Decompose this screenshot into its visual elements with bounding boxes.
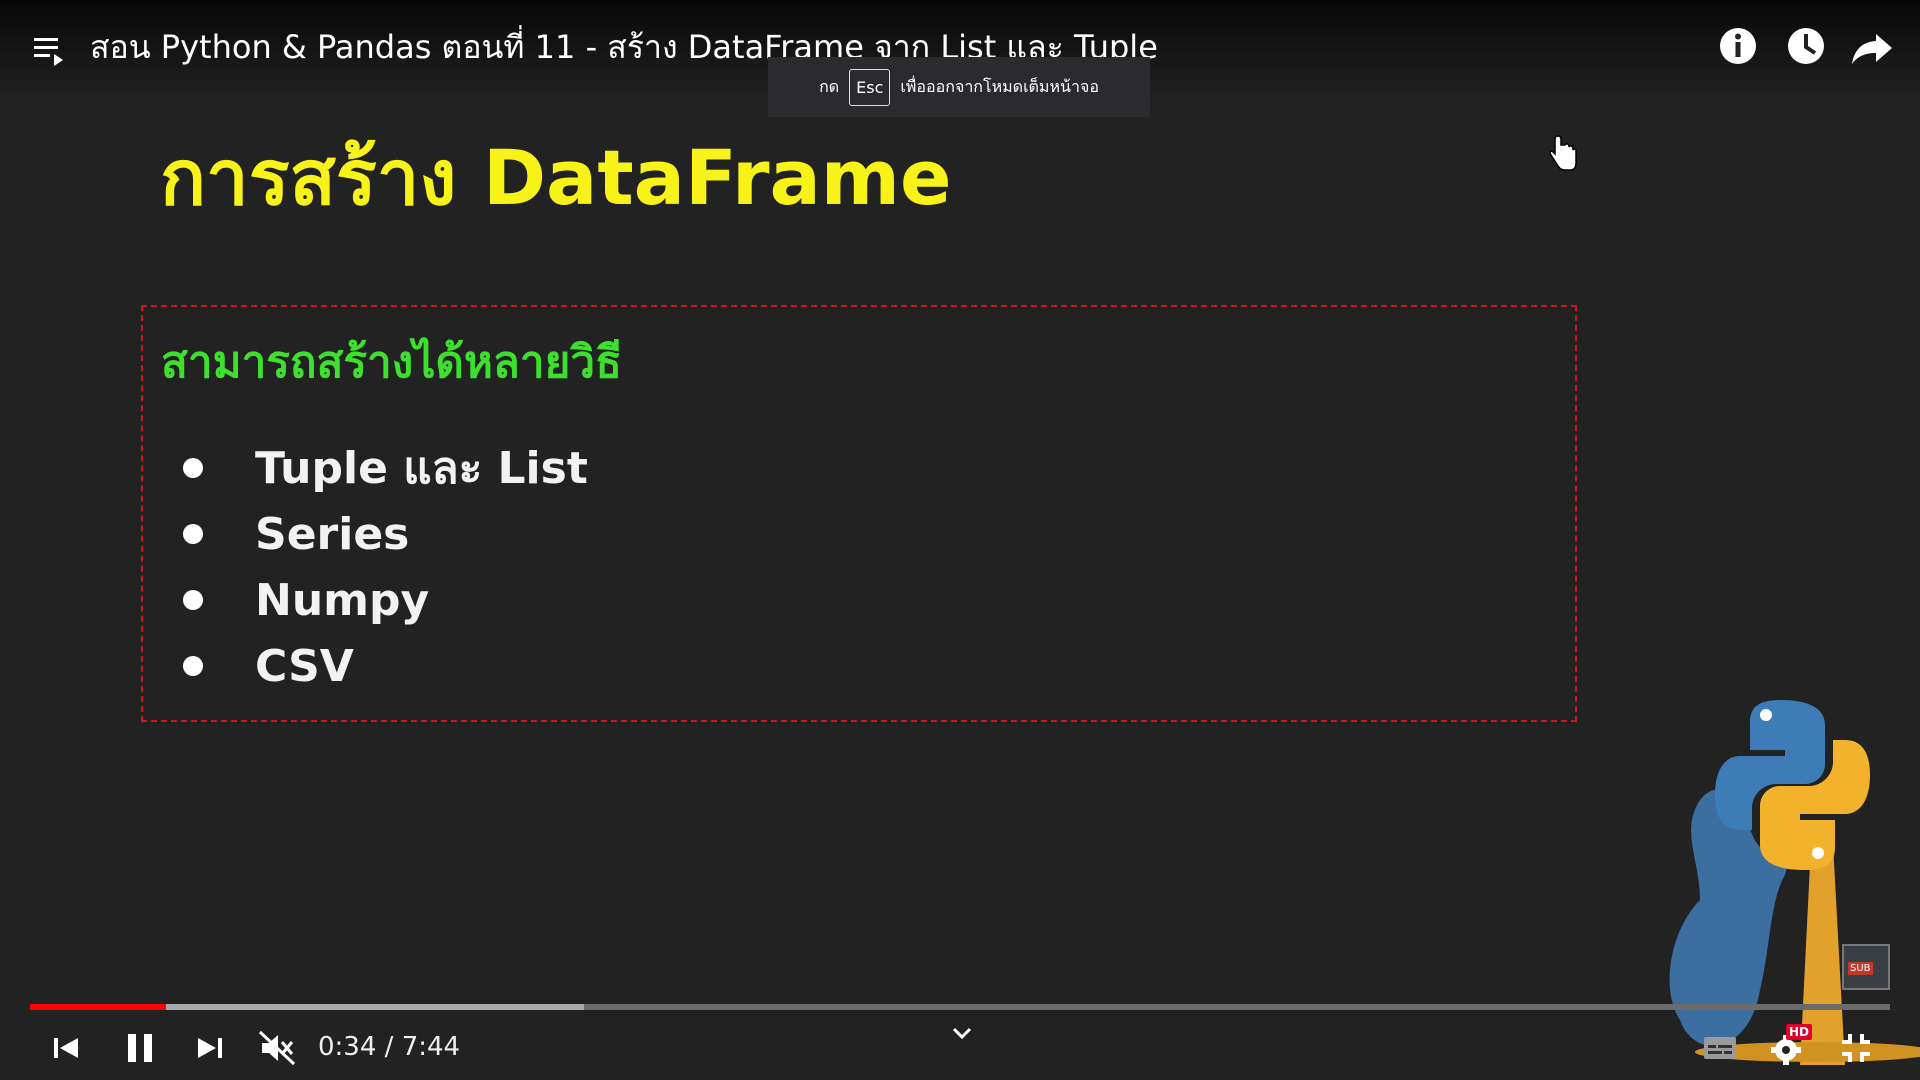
hand-cursor-icon xyxy=(1550,135,1577,171)
hd-badge: HD xyxy=(1786,1024,1813,1040)
bullet-text: CSV xyxy=(255,640,354,692)
next-icon[interactable] xyxy=(188,1026,232,1070)
progress-bar[interactable] xyxy=(30,1004,1890,1010)
previous-icon[interactable] xyxy=(44,1026,88,1070)
toast-prefix: กด xyxy=(819,76,840,96)
list-item: CSV xyxy=(183,633,588,699)
bullet-text: Tuple และ List xyxy=(255,443,588,494)
progress-played xyxy=(30,1004,166,1010)
share-icon[interactable] xyxy=(1848,22,1896,70)
bullet-icon xyxy=(183,458,203,478)
slide-title: การสร้าง DataFrame xyxy=(160,133,952,222)
slide-content-box: สามารถสร้างได้หลายวิธี Tuple และ List Se… xyxy=(141,305,1577,722)
playlist-icon[interactable] xyxy=(30,30,70,70)
controls-bar: 0:34 / 7:44 HD xyxy=(0,1012,1920,1080)
subtitles-icon[interactable] xyxy=(1698,1026,1742,1070)
list-item: Tuple และ List xyxy=(183,435,588,501)
chevron-down-icon[interactable] xyxy=(944,1020,980,1048)
slide-heading: สามารถสร้างได้หลายวิธี xyxy=(161,337,622,388)
esc-key-label: Esc xyxy=(849,68,891,106)
fullscreen-exit-toast: กด Esc เพื่อออกจากโหมดเต็มหน้าจอ xyxy=(768,57,1150,117)
time-total: 7:44 xyxy=(401,1032,461,1062)
bullet-icon xyxy=(183,656,203,676)
bullet-icon xyxy=(183,524,203,544)
subscribe-badge[interactable]: SUB xyxy=(1842,944,1890,990)
bullet-text: Series xyxy=(255,508,410,560)
pause-icon[interactable] xyxy=(118,1026,162,1070)
video-player[interactable]: การสร้าง DataFrame สามารถสร้างได้หลายวิธ… xyxy=(0,0,1920,1080)
bullet-list: Tuple และ List Series Numpy CSV xyxy=(183,435,588,699)
muted-volume-icon[interactable] xyxy=(256,1026,300,1070)
exit-fullscreen-icon[interactable] xyxy=(1834,1026,1878,1070)
clock-icon[interactable] xyxy=(1782,22,1830,70)
time-display: 0:34 / 7:44 xyxy=(318,1032,460,1062)
info-icon[interactable] xyxy=(1714,22,1762,70)
sub-badge-label: SUB xyxy=(1848,962,1873,975)
list-item: Numpy xyxy=(183,567,588,633)
settings-button[interactable]: HD xyxy=(1764,1024,1813,1070)
list-item: Series xyxy=(183,501,588,567)
bullet-icon xyxy=(183,590,203,610)
bullet-text: Numpy xyxy=(255,574,430,626)
toast-message: เพื่อออกจากโหมดเต็มหน้าจอ xyxy=(900,76,1099,96)
time-separator: / xyxy=(376,1032,402,1062)
time-current: 0:34 xyxy=(318,1032,377,1062)
